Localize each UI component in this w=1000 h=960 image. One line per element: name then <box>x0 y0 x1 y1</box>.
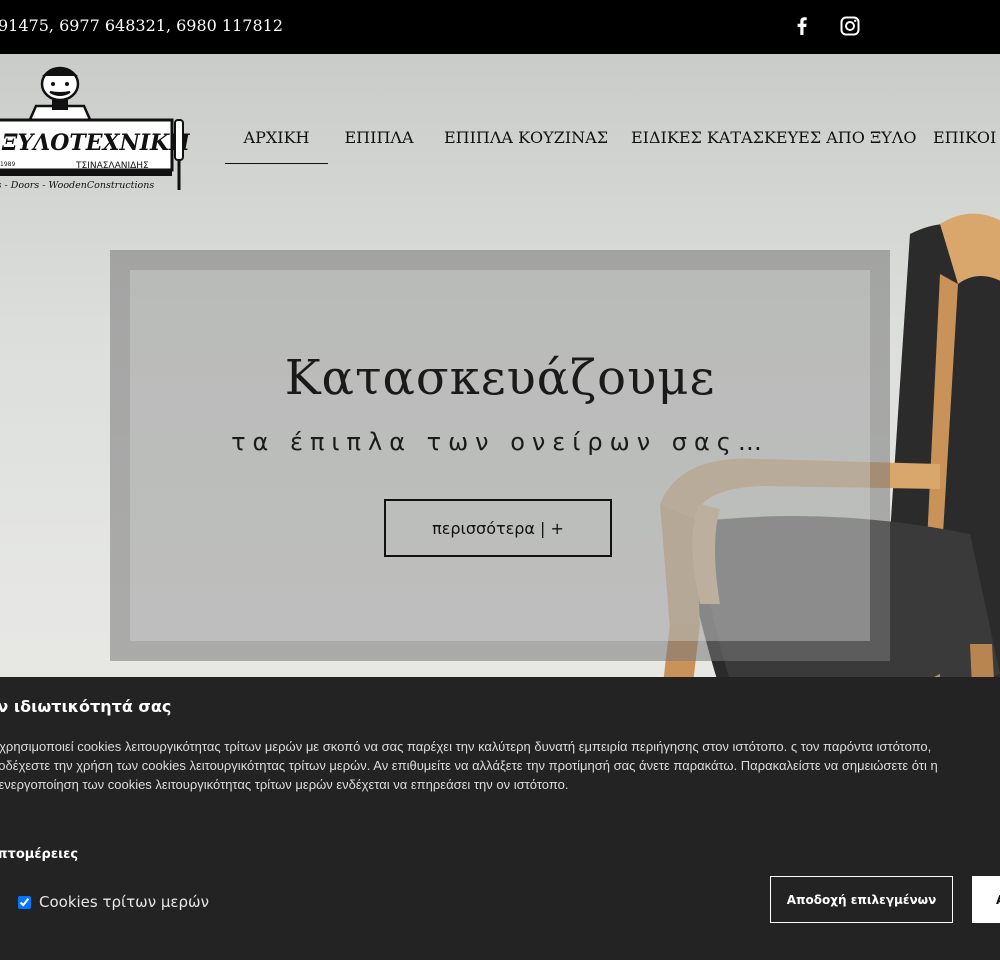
phone-numbers: 91475, 6977 648321, 6980 117812 <box>0 16 284 35</box>
accept-selected-button[interactable]: Αποδοχή επιλεγμένων <box>770 876 953 923</box>
facebook-icon[interactable] <box>790 14 814 38</box>
top-bar: 91475, 6977 648321, 6980 117812 <box>0 0 1000 54</box>
cookie-heading: ην ιδιωτικότητά σας <box>0 697 172 716</box>
accept-all-button[interactable]: Α <box>972 876 1000 923</box>
site-header: ΞΥΛΟΤΕΧΝΙΚΗ ΤΣΙΝΑΣΛΑΝΙΔΗΣ 1989 mes - Doo… <box>0 54 1000 204</box>
cookie-details-link[interactable]: επτομέρειες <box>0 847 78 862</box>
logo-year: 1989 <box>0 161 15 168</box>
nav-item-furniture[interactable]: ΕΠΙΠΛΑ <box>337 126 421 163</box>
instagram-icon[interactable] <box>838 14 862 38</box>
nav-item-contact[interactable]: ΕΠΙΚΟΙ <box>933 126 1000 163</box>
nav-item-wood-constructions[interactable]: ΕΙΔΙΚΕΣ ΚΑΤΑΣΚΕΥΕΣ ΑΠΟ ΞΥΛΟ <box>631 126 916 163</box>
nav-item-home[interactable]: ΑΡΧΙΚΗ <box>225 126 328 164</box>
hero-title: Κατασκευάζουμε <box>284 350 716 406</box>
logo[interactable]: ΞΥΛΟΤΕΧΝΙΚΗ ΤΣΙΝΑΣΛΑΝΙΔΗΣ 1989 mes - Doo… <box>0 62 190 197</box>
more-button[interactable]: περισσότερα | + <box>384 499 612 557</box>
hero-subtitle: τα έπιπλα των ονείρων σας… <box>231 428 769 456</box>
third-party-cookies-option[interactable]: Cookies τρίτων μερών <box>18 891 209 913</box>
cookie-text: ος χρησιμοποιεί cookies λειτουργικότητας… <box>0 739 938 792</box>
logo-tagline: mes - Doors - WoodenConstructions <box>0 180 154 191</box>
third-party-cookies-checkbox[interactable] <box>18 895 31 909</box>
logo-subtitle: ΤΣΙΝΑΣΛΑΝΙΔΗΣ <box>75 161 149 171</box>
third-party-cookies-label: Cookies τρίτων μερών <box>39 893 209 911</box>
logo-title: ΞΥΛΟΤΕΧΝΙΚΗ <box>1 130 190 156</box>
nav-item-kitchen-furniture[interactable]: ΕΠΙΠΛΑ ΚΟΥΖΙΝΑΣ <box>441 126 611 163</box>
cookie-banner: ην ιδιωτικότητά σας ος χρησιμοποιεί cook… <box>0 677 1000 960</box>
